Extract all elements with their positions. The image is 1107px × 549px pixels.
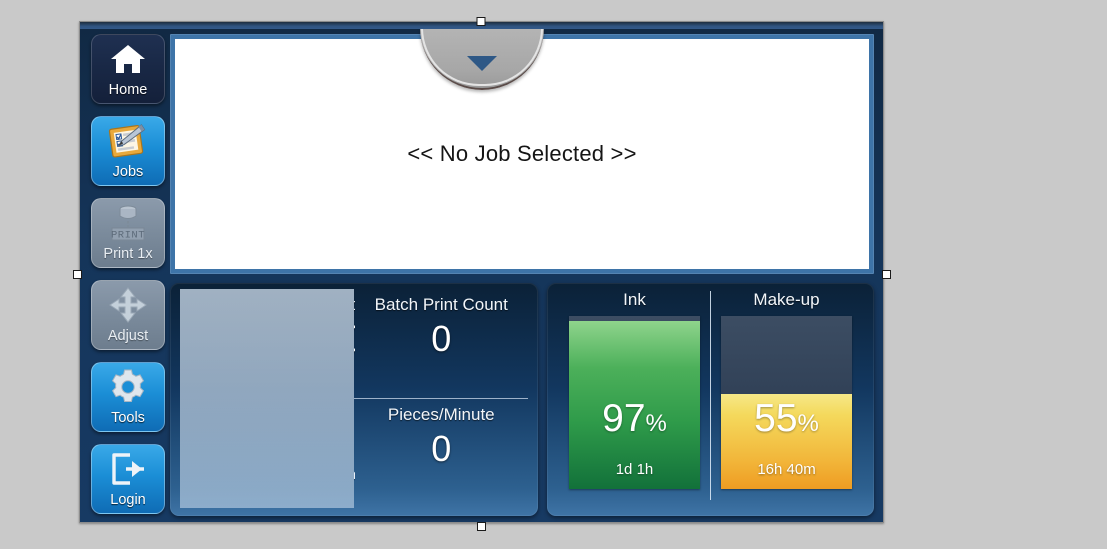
batch-print-count-cell: Batch Print Count 0 [355, 289, 529, 398]
resize-handle-right[interactable] [882, 270, 891, 279]
ink-time-remaining: 1d 1h [615, 461, 654, 478]
sidebar-item-label: Jobs [112, 164, 144, 180]
batch-print-count-title: Batch Print Count [374, 295, 508, 314]
desktop-background: Home Jobs PRINT Print 1x Adjust Tools Lo… [0, 0, 1107, 549]
makeup-time-remaining: 16h 40m [757, 461, 816, 478]
svg-text:PRINT: PRINT [111, 229, 145, 241]
counters-panel: Batch Product Count 0 Batch Print Count … [170, 283, 538, 516]
ink-gauge[interactable]: 97% 1d 1h [569, 316, 700, 489]
clipboard-pen-icon [92, 117, 164, 164]
sidebar-item-adjust[interactable]: Adjust [91, 280, 165, 350]
ink-percent-sign: % [645, 410, 667, 437]
makeup-gauge-overlay: 55% 16h 40m [721, 316, 852, 489]
window-body: Home Jobs PRINT Print 1x Adjust Tools Lo… [80, 29, 883, 522]
sidebar-item-label: Login [110, 492, 146, 508]
makeup-gauge[interactable]: 55% 16h 40m [721, 316, 852, 489]
fluids-panel: Ink 97% 1d 1h Make-up 55% 16h 40m [547, 283, 874, 516]
move-arrows-icon [92, 281, 164, 328]
ink-gauge-overlay: 97% 1d 1h [569, 316, 700, 489]
batch-print-count-value: 0 [431, 318, 452, 359]
sidebar-item-print-1x[interactable]: PRINT Print 1x [91, 198, 165, 268]
ink-title: Ink [623, 290, 646, 309]
ink-percent-value: 97 [602, 397, 646, 440]
resize-handle-bottom[interactable] [477, 522, 486, 531]
sidebar-item-jobs[interactable]: Jobs [91, 116, 165, 186]
job-empty-message: << No Job Selected >> [407, 141, 637, 166]
counters-grid: Batch Product Count 0 Batch Print Count … [180, 289, 528, 508]
chevron-down-icon [466, 56, 497, 71]
gear-icon [92, 363, 164, 410]
sidebar-item-label: Print 1x [103, 246, 153, 262]
pieces-per-minute-cell: Pieces/Minute 0 [355, 399, 529, 508]
sidebar-item-login[interactable]: Login [91, 444, 165, 514]
sidebar-item-label: Home [108, 82, 148, 98]
print-nozzle-icon: PRINT [92, 199, 164, 246]
sidebar-item-tools[interactable]: Tools [91, 362, 165, 432]
main-content: << No Job Selected >> Batch Product Coun… [170, 34, 874, 516]
sidebar-item-home[interactable]: Home [91, 34, 165, 104]
sidebar-item-label: Adjust [107, 328, 149, 344]
pulldown-top-handle[interactable] [476, 17, 486, 26]
login-arrow-icon [92, 445, 164, 492]
printer-control-window: Home Jobs PRINT Print 1x Adjust Tools Lo… [79, 21, 884, 523]
ink-percent: 97% [602, 398, 667, 445]
dashboard: Batch Product Count 0 Batch Print Count … [170, 283, 874, 516]
makeup-percent-sign: % [797, 410, 819, 437]
home-icon [92, 35, 164, 82]
makeup-percent-value: 55 [754, 397, 798, 440]
makeup-gauge-column: Make-up 55% 16h 40m [711, 289, 862, 506]
makeup-percent: 55% [754, 398, 819, 445]
sidebar-item-label: Tools [111, 410, 145, 426]
resize-handle-left[interactable] [73, 270, 82, 279]
fluids-grid: Ink 97% 1d 1h Make-up 55% 16h 40m [559, 289, 862, 506]
pieces-per-minute-value: 0 [431, 428, 452, 469]
sidebar-navigation: Home Jobs PRINT Print 1x Adjust Tools Lo… [87, 34, 169, 516]
makeup-title: Make-up [753, 290, 820, 309]
ink-gauge-column: Ink 97% 1d 1h [559, 289, 710, 506]
pieces-per-minute-title: Pieces/Minute [387, 405, 495, 424]
counters-vertical-divider [180, 289, 354, 508]
